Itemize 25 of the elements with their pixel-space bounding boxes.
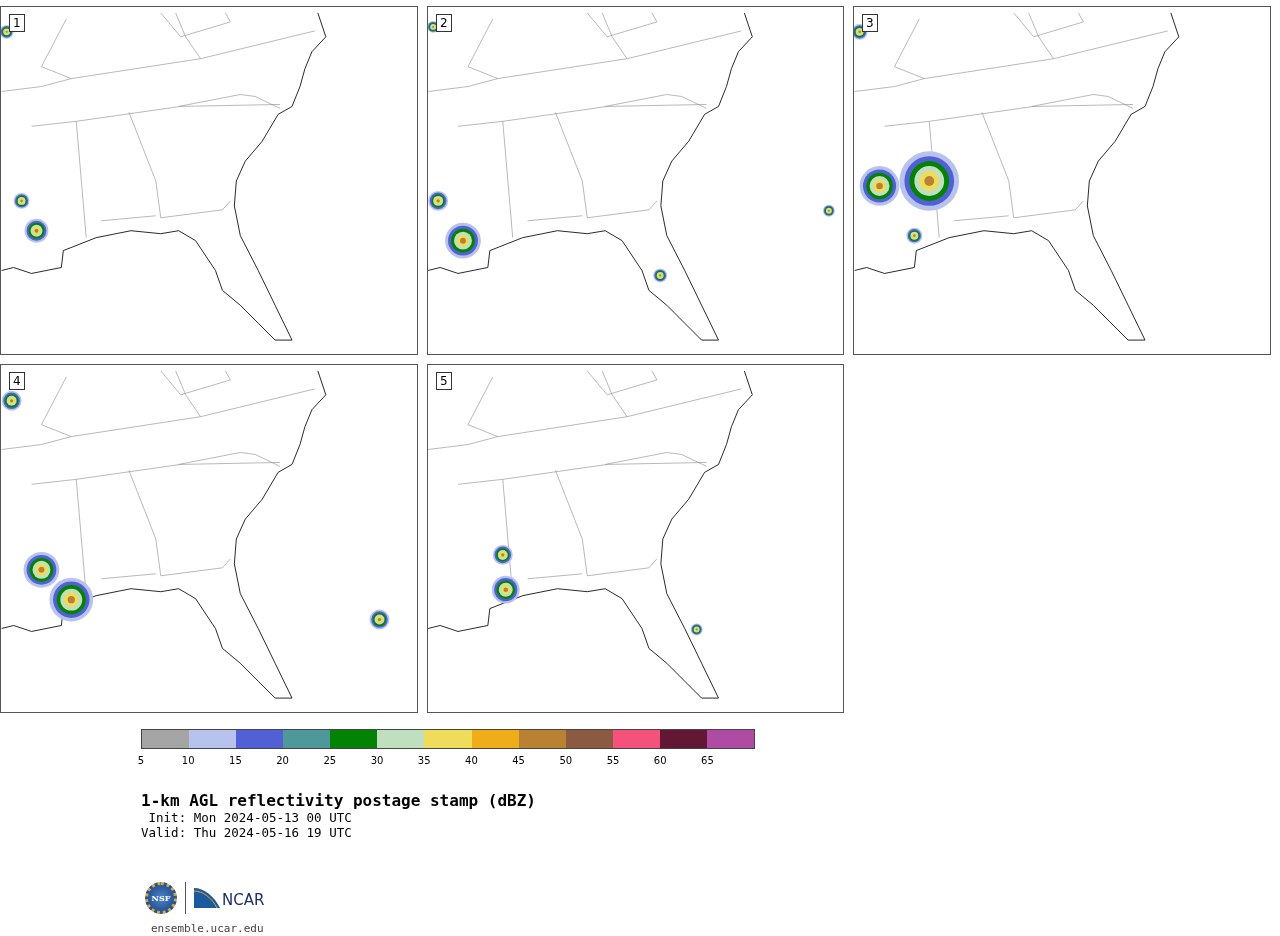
website-url: ensemble.ucar.edu xyxy=(151,922,265,935)
tick-label: 25 xyxy=(323,755,337,766)
member-number: 5 xyxy=(436,372,452,390)
member-number: 1 xyxy=(9,14,25,32)
tick-label: 30 xyxy=(370,755,384,766)
swoosh-icon xyxy=(194,888,220,908)
tick-label: 45 xyxy=(512,755,525,766)
tick-label: 10 xyxy=(181,755,195,766)
tick-label: 40 xyxy=(465,755,478,766)
valid-time: Valid: Thu 2024-05-16 19 UTC xyxy=(141,825,353,840)
tick-label: 35 xyxy=(417,755,431,766)
tick-label: 50 xyxy=(559,755,573,766)
tick-label: 60 xyxy=(653,755,667,766)
tick-label: 20 xyxy=(276,755,289,766)
chart-title: 1-km AGL reflectivity postage stamp (dBZ) xyxy=(141,791,537,810)
tick-label: 5 xyxy=(137,755,145,766)
logo-text: NCAR xyxy=(222,891,265,909)
tick-label: 15 xyxy=(229,755,242,766)
member-number: 3 xyxy=(862,14,878,32)
tick-label: 65 xyxy=(701,755,714,766)
seal-logo: NSF xyxy=(145,882,177,914)
member-number: 2 xyxy=(436,14,452,32)
init-time: Init: Mon 2024-05-13 00 UTC xyxy=(147,810,353,825)
tick-label: 55 xyxy=(606,755,620,766)
member-number: 4 xyxy=(9,372,25,390)
